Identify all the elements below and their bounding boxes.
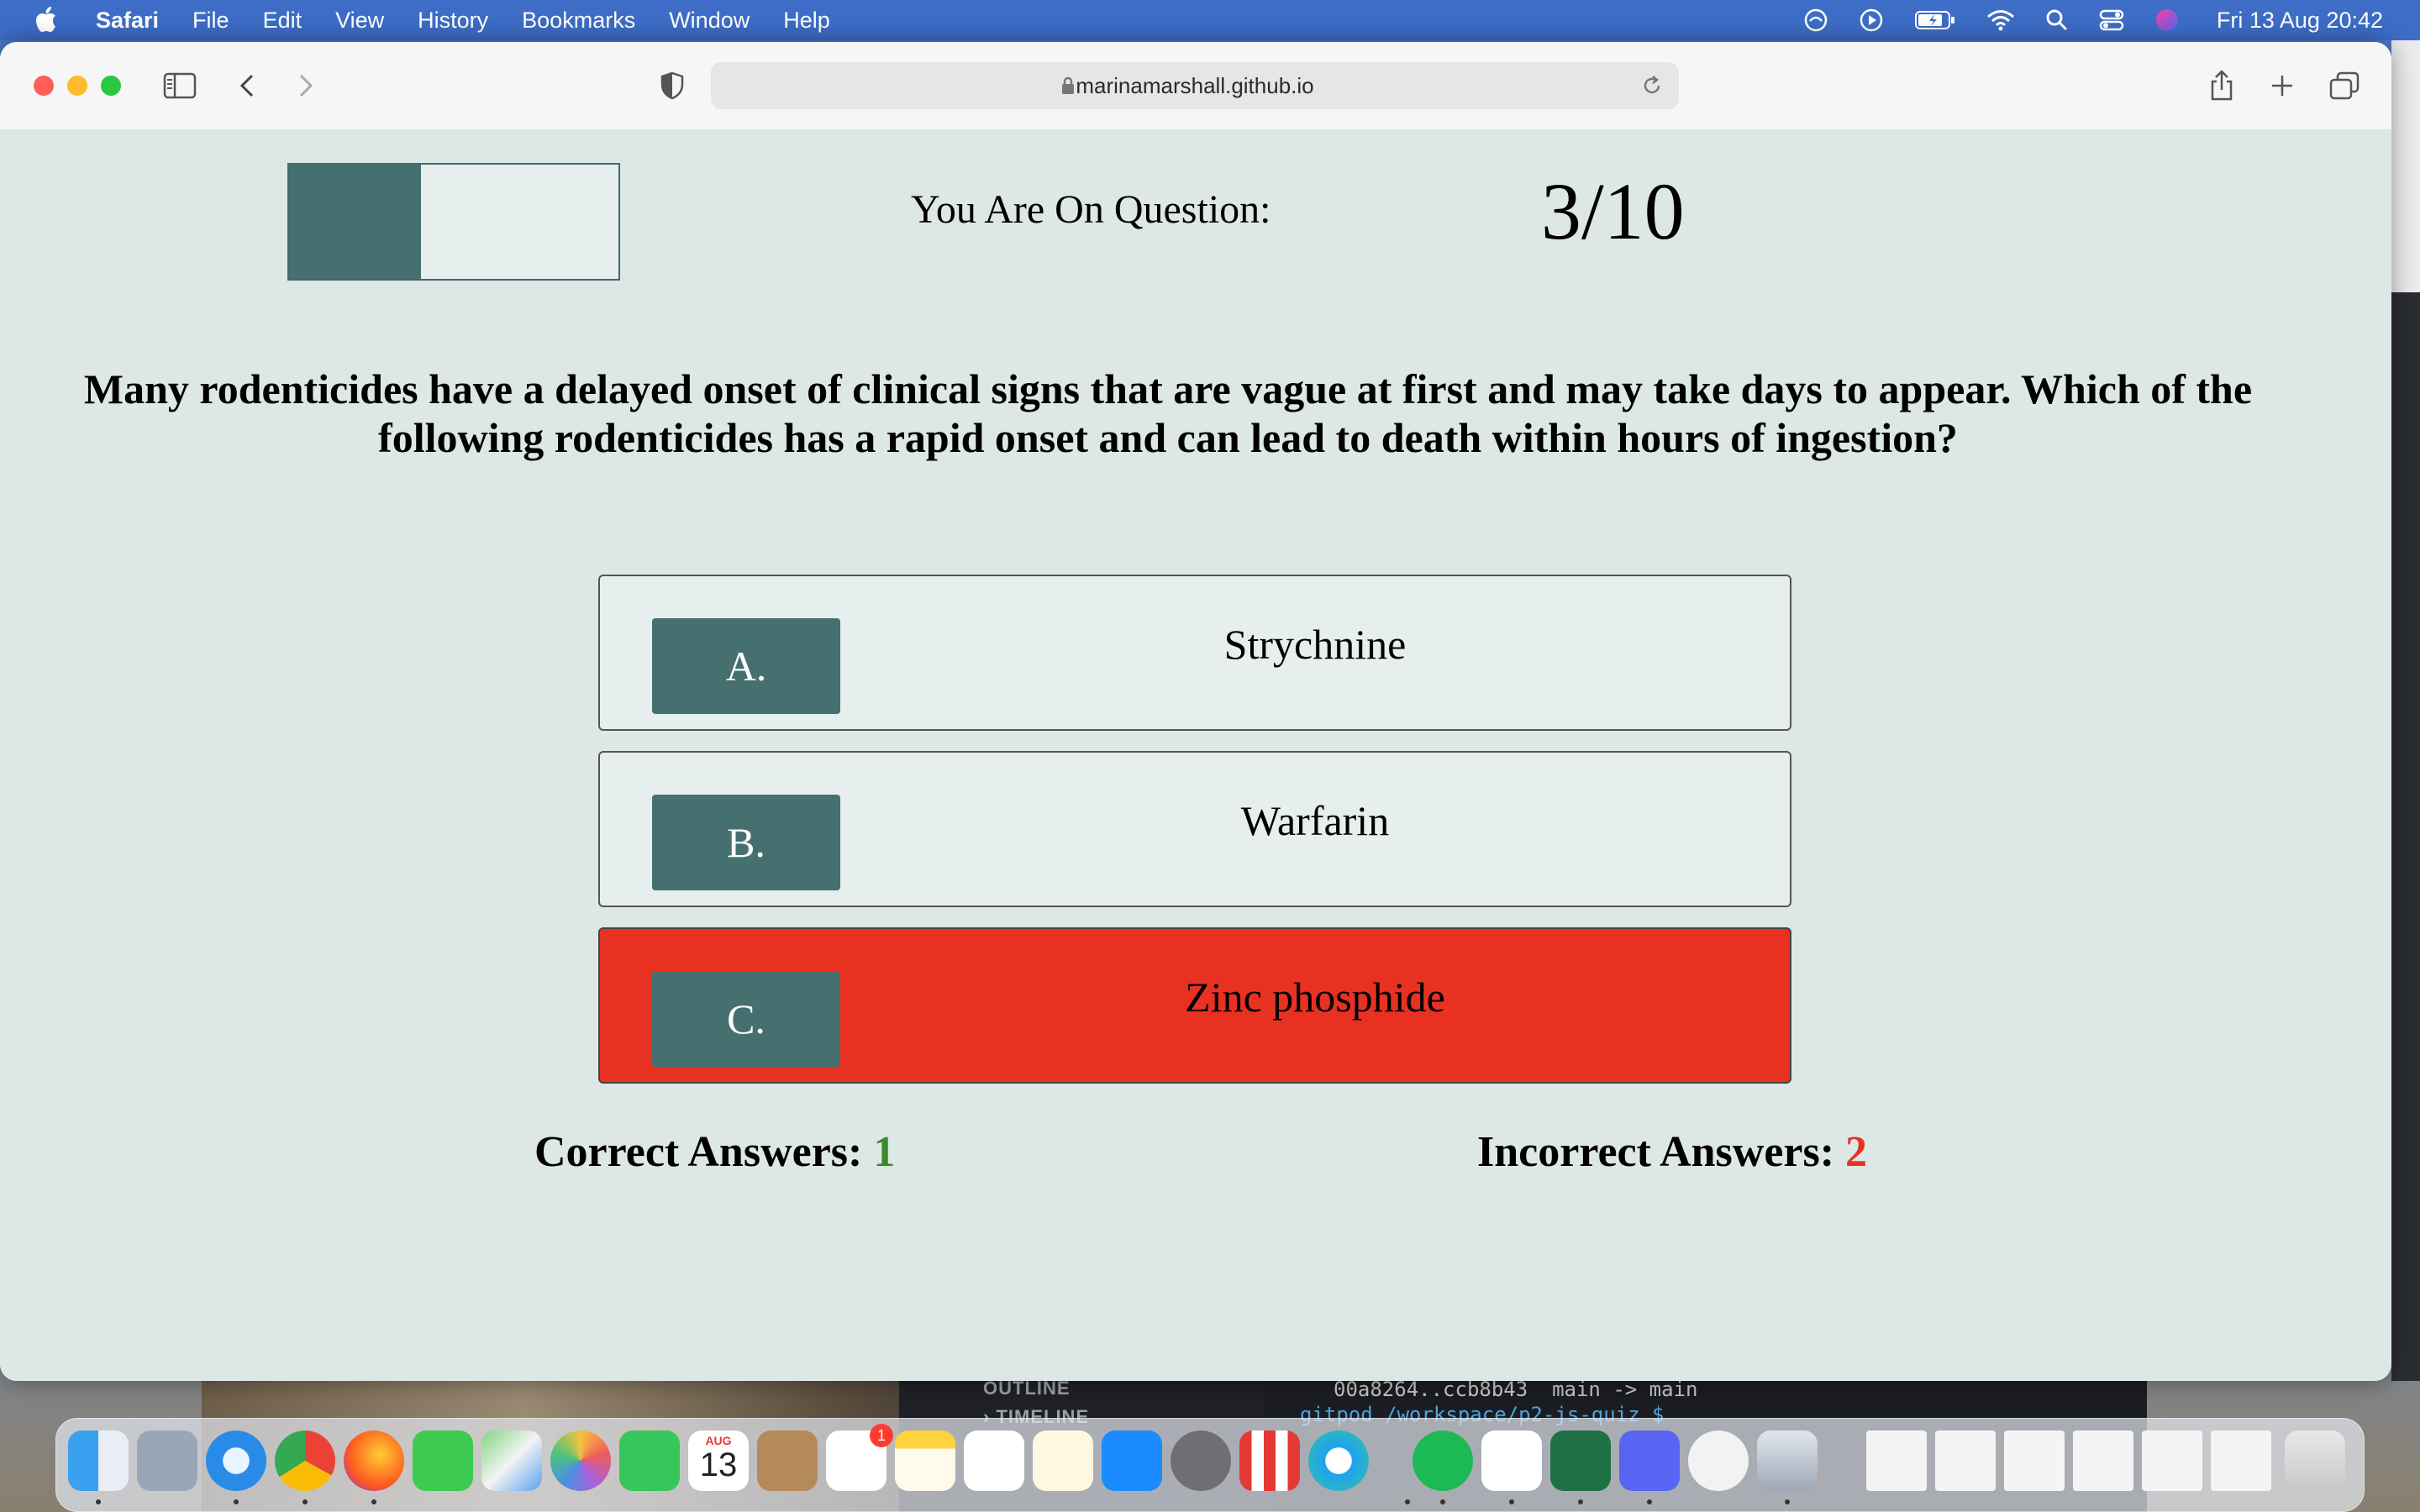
chrome-icon[interactable] bbox=[275, 1431, 335, 1491]
maps-icon[interactable] bbox=[481, 1431, 542, 1491]
quiz-progress-fill bbox=[289, 165, 421, 279]
spotlight-search-icon[interactable] bbox=[2045, 8, 2069, 32]
answer-option-a[interactable]: A. Strychnine bbox=[598, 575, 1791, 731]
share-icon[interactable] bbox=[2202, 66, 2242, 106]
question-label: You Are On Question: bbox=[911, 187, 1271, 232]
tab-overview-icon[interactable] bbox=[2324, 66, 2365, 106]
firefox-icon[interactable] bbox=[344, 1431, 404, 1491]
finder-icon[interactable] bbox=[68, 1431, 129, 1491]
correct-answers-score: Correct Answers: 1 bbox=[534, 1127, 895, 1177]
spotify-icon[interactable] bbox=[1413, 1431, 1473, 1491]
menu-window[interactable]: Window bbox=[669, 8, 750, 34]
menu-help[interactable]: Help bbox=[783, 8, 830, 34]
pages-icon[interactable] bbox=[1033, 1431, 1093, 1491]
recent-document-thumbnail[interactable] bbox=[2073, 1431, 2133, 1491]
terminal-line: 00a8264..ccb8b43 main -> main bbox=[1334, 1378, 1698, 1401]
popcorn-icon[interactable] bbox=[1239, 1431, 1300, 1491]
calendar-month: AUG bbox=[705, 1434, 732, 1447]
address-url: marinamarshall.github.io bbox=[1076, 73, 1314, 98]
incorrect-answers-score: Incorrect Answers: 2 bbox=[1477, 1127, 1867, 1177]
forward-arrow-icon[interactable] bbox=[286, 66, 326, 106]
system-preferences-icon[interactable] bbox=[1171, 1431, 1231, 1491]
calendar-icon[interactable]: AUG 13 bbox=[688, 1431, 749, 1491]
recent-document-thumbnail[interactable] bbox=[2142, 1431, 2202, 1491]
calendar-day: 13 bbox=[699, 1446, 738, 1483]
menu-history[interactable]: History bbox=[418, 8, 488, 34]
edge-icon[interactable] bbox=[1308, 1431, 1369, 1491]
slack-icon[interactable] bbox=[1481, 1431, 1542, 1491]
menu-app-name[interactable]: Safari bbox=[96, 8, 159, 34]
address-bar[interactable]: marinamarshall.github.io bbox=[711, 62, 1679, 109]
safari-window: marinamarshall.github.io You Are On Ques… bbox=[0, 42, 2391, 1381]
wifi-icon[interactable] bbox=[1986, 8, 2015, 32]
contacts-icon[interactable] bbox=[757, 1431, 818, 1491]
recent-document-thumbnail[interactable] bbox=[1935, 1431, 1996, 1491]
control-center-icon[interactable] bbox=[2099, 8, 2124, 32]
photos-icon[interactable] bbox=[550, 1431, 611, 1491]
recent-document-thumbnail[interactable] bbox=[2211, 1431, 2271, 1491]
trash-icon[interactable] bbox=[2285, 1431, 2345, 1491]
answer-option-c[interactable]: C. Zinc phosphide bbox=[598, 927, 1791, 1084]
answer-letter-c: C. bbox=[652, 971, 840, 1067]
incorrect-answers-count: 2 bbox=[1845, 1128, 1868, 1176]
siri-icon[interactable] bbox=[2154, 8, 2180, 33]
recent-document-thumbnail[interactable] bbox=[2004, 1431, 2065, 1491]
battery-icon[interactable] bbox=[1914, 9, 1956, 31]
play-icon[interactable] bbox=[1859, 8, 1884, 33]
menu-file[interactable]: File bbox=[192, 8, 229, 34]
menu-view[interactable]: View bbox=[335, 8, 384, 34]
facetime-icon[interactable] bbox=[619, 1431, 680, 1491]
answer-text-a: Strychnine bbox=[1223, 621, 1407, 668]
app-store-icon[interactable] bbox=[1102, 1431, 1162, 1491]
incorrect-answers-label: Incorrect Answers: bbox=[1477, 1128, 1835, 1176]
answer-letter-a: A. bbox=[652, 618, 840, 714]
sidebar-toggle-icon[interactable] bbox=[160, 66, 200, 106]
reminders-badge: 1 bbox=[870, 1424, 893, 1447]
quiz-page: You Are On Question: 3/10 Many rodentici… bbox=[0, 129, 2391, 1381]
answer-option-b[interactable]: B. Warfarin bbox=[598, 751, 1791, 907]
reminders-icon[interactable]: 1 bbox=[826, 1424, 893, 1491]
answer-text-b: Warfarin bbox=[1240, 797, 1390, 844]
excel-icon[interactable] bbox=[1550, 1431, 1611, 1491]
face-app-icon[interactable] bbox=[1688, 1431, 1749, 1491]
time-machine-icon[interactable] bbox=[1803, 8, 1828, 33]
minimize-window-button[interactable] bbox=[67, 76, 87, 96]
correct-answers-label: Correct Answers: bbox=[534, 1128, 863, 1176]
background-window-edge bbox=[2391, 40, 2420, 1381]
answer-text-c: Zinc phosphide bbox=[1185, 974, 1445, 1021]
back-arrow-icon[interactable] bbox=[227, 66, 267, 106]
privacy-shield-icon[interactable] bbox=[652, 66, 692, 106]
close-window-button[interactable] bbox=[34, 76, 54, 96]
correct-answers-count: 1 bbox=[873, 1128, 896, 1176]
messages-icon[interactable] bbox=[413, 1431, 473, 1491]
question-text: Many rodenticides have a delayed onset o… bbox=[83, 365, 2253, 461]
numbers-icon[interactable] bbox=[964, 1431, 1024, 1491]
safari-icon[interactable] bbox=[206, 1431, 266, 1491]
reload-icon[interactable] bbox=[1640, 74, 1664, 102]
quiz-progress-bar bbox=[287, 163, 620, 281]
launchpad-icon[interactable] bbox=[137, 1431, 197, 1491]
menu-clock[interactable]: Fri 13 Aug 20:42 bbox=[2217, 8, 2383, 34]
menu-edit[interactable]: Edit bbox=[263, 8, 302, 34]
apple-menu-icon[interactable] bbox=[34, 6, 57, 39]
dock: AUG 13 1 bbox=[55, 1418, 2365, 1512]
discord-icon[interactable] bbox=[1619, 1431, 1680, 1491]
preview-icon[interactable] bbox=[1757, 1431, 1818, 1491]
answer-letter-b: B. bbox=[652, 795, 840, 890]
new-tab-plus-icon[interactable] bbox=[2262, 66, 2302, 106]
fullscreen-window-button[interactable] bbox=[101, 76, 121, 96]
notes-icon[interactable] bbox=[895, 1431, 955, 1491]
browser-toolbar: marinamarshall.github.io bbox=[0, 42, 2391, 131]
menu-bookmarks[interactable]: Bookmarks bbox=[522, 8, 635, 34]
menu-bar: Safari File Edit View History Bookmarks … bbox=[0, 0, 2420, 40]
recent-document-thumbnail[interactable] bbox=[1866, 1431, 1927, 1491]
question-counter: 3/10 bbox=[1541, 166, 1685, 256]
